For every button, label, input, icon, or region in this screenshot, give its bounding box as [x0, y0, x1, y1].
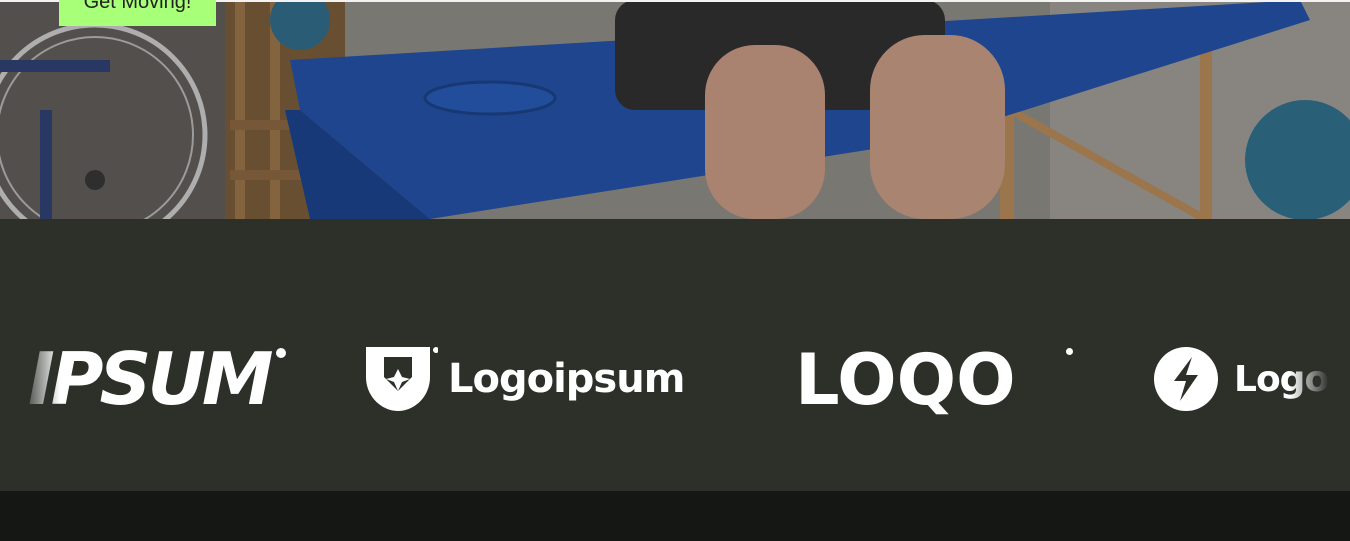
carousel-fade-right — [1290, 219, 1350, 491]
bolt-icon — [1154, 347, 1218, 411]
logo-logoipsum-text: Logoipsum — [448, 356, 685, 402]
logo-loqo-dot — [1066, 348, 1073, 355]
logo-carousel: IPSUM Logoipsum LOQO Logoi — [0, 219, 1350, 491]
logo-ipsum: IPSUM — [28, 343, 274, 415]
footer-band — [0, 491, 1350, 541]
get-moving-button[interactable]: Get Moving! — [59, 0, 216, 26]
shield-icon — [366, 347, 438, 411]
logo-logoipsum: Logoipsum — [366, 347, 685, 411]
logo-loqo-text: LOQO — [795, 339, 1016, 421]
hero-overlay — [0, 0, 1350, 219]
hero-image: Get Moving! — [0, 0, 1350, 219]
logo-ipsum-dot — [276, 348, 286, 358]
carousel-fade-left — [0, 219, 60, 491]
logo-ipsum-text: IPSUM — [28, 337, 274, 421]
logo-loqo: LOQO — [795, 345, 1016, 415]
